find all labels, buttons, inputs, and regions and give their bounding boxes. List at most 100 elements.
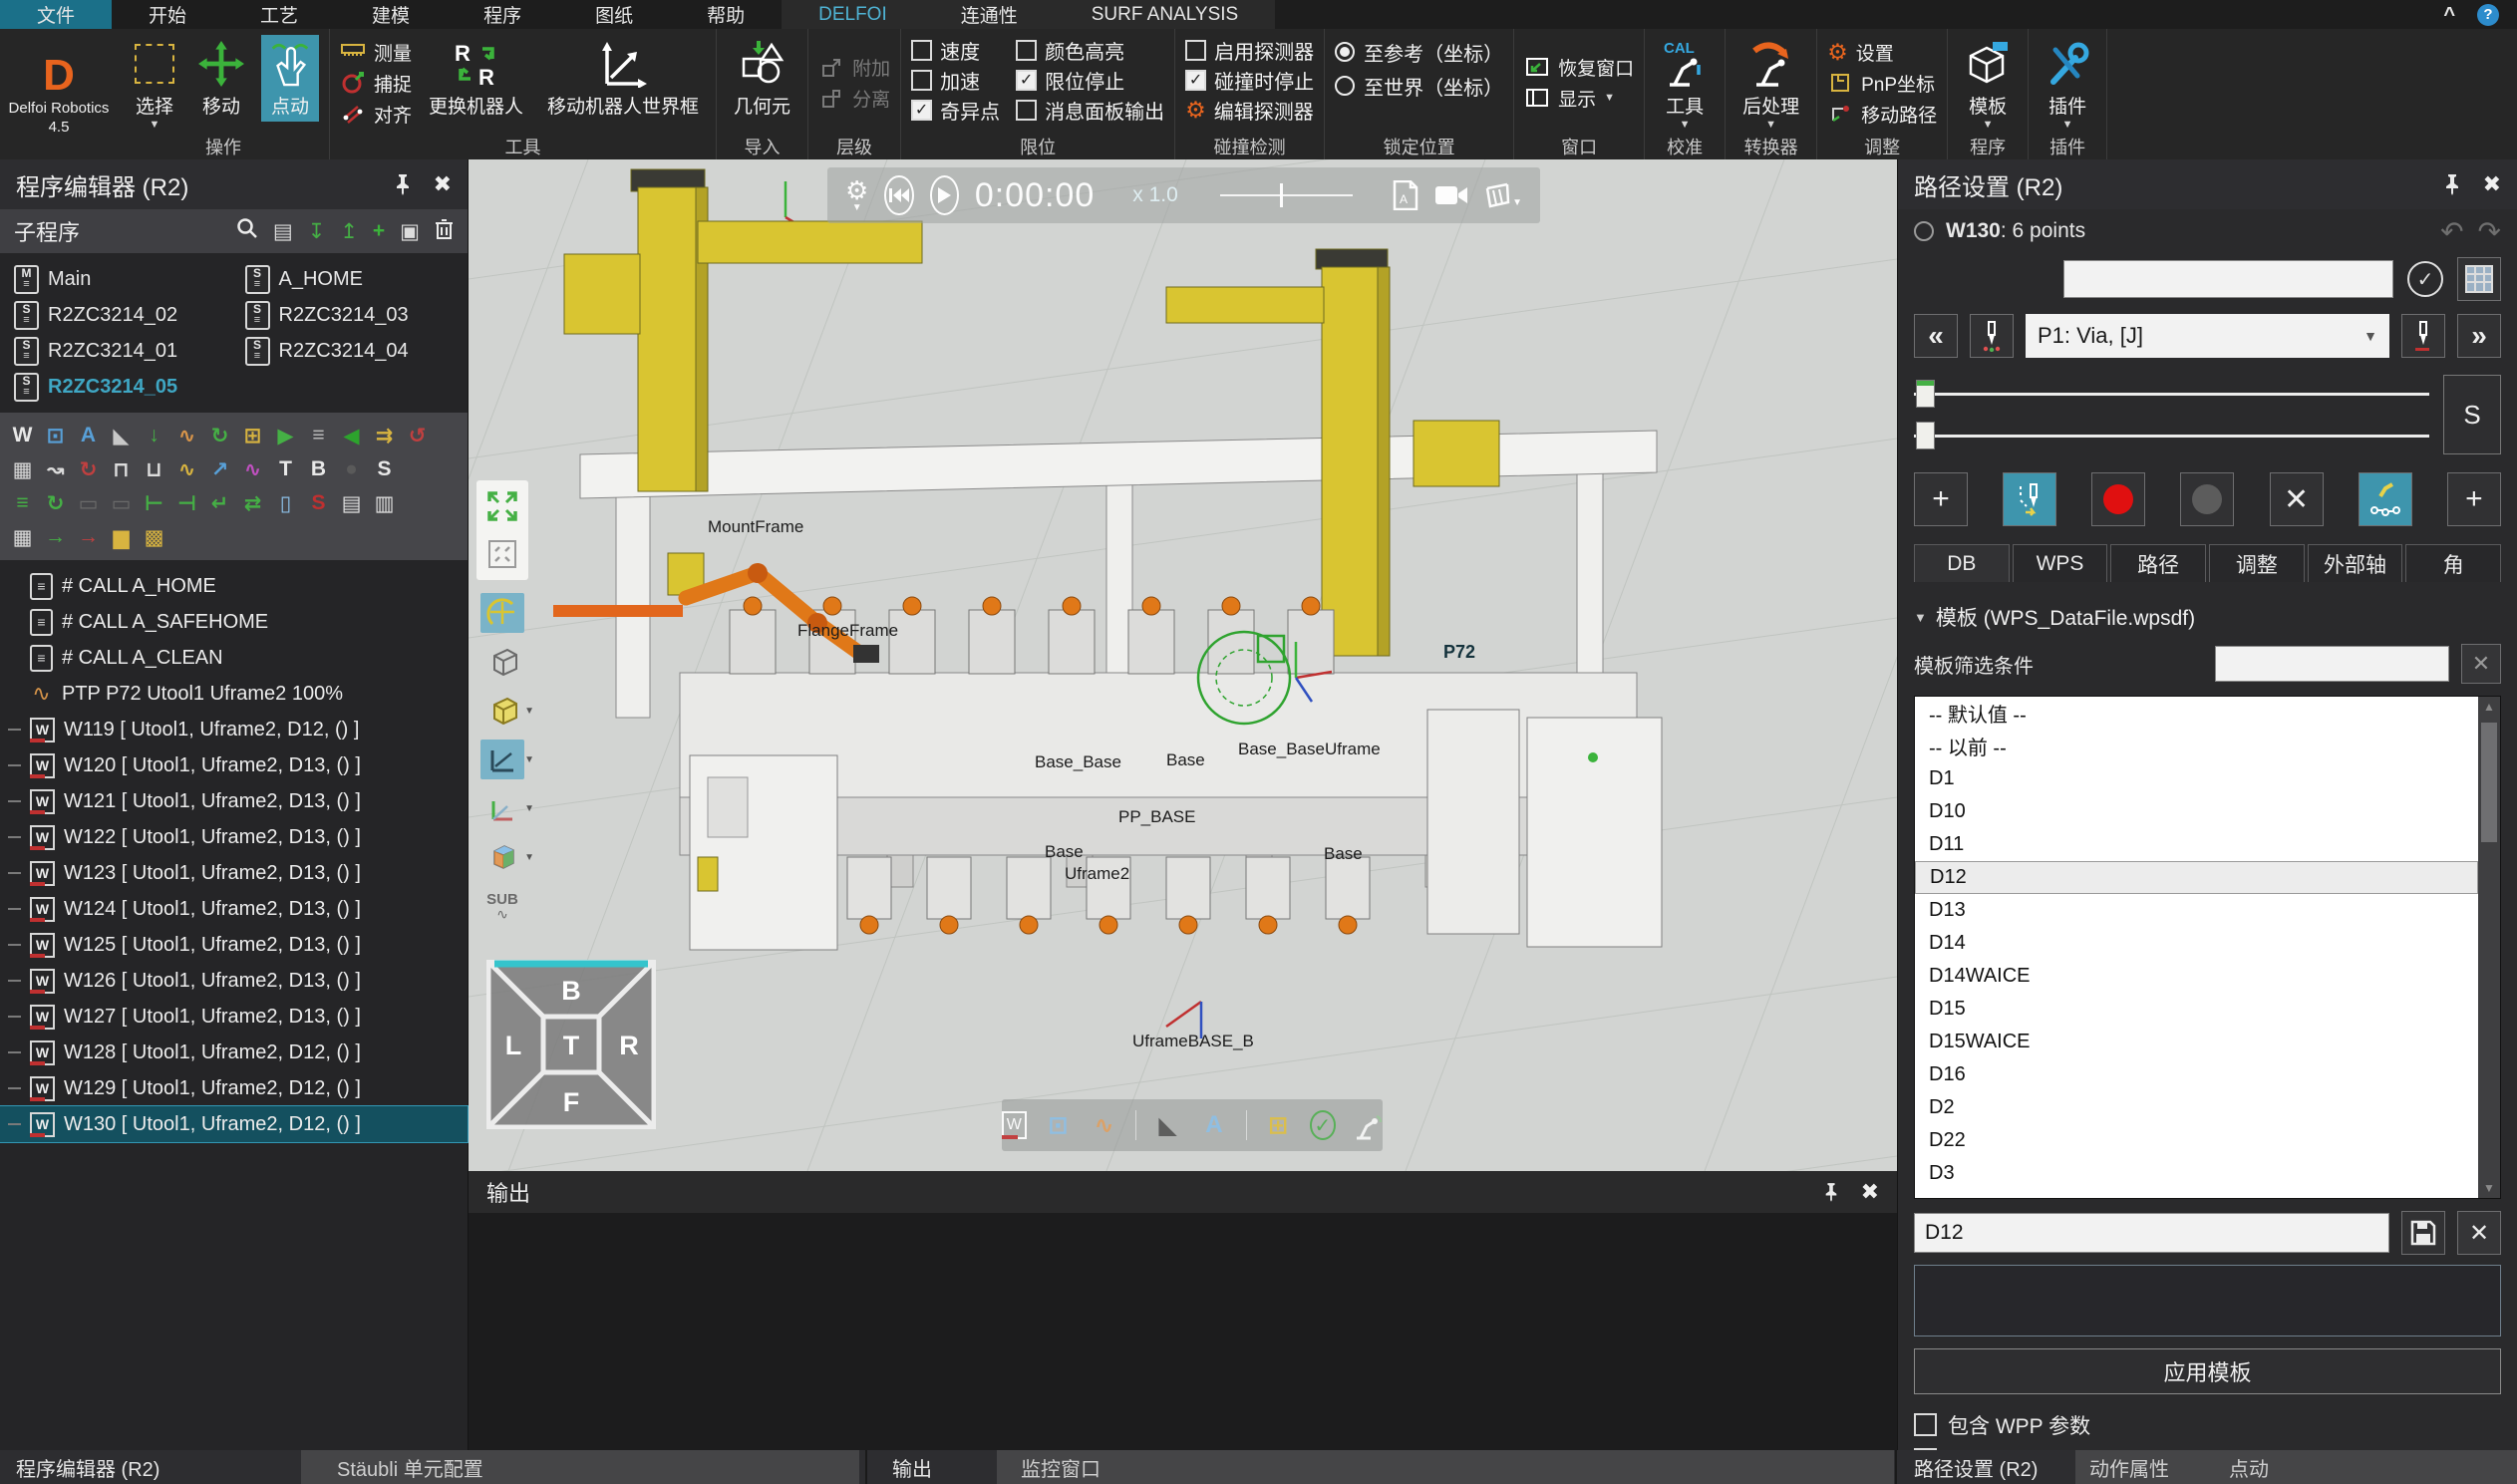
rewind-button[interactable]: [884, 175, 913, 215]
record-disabled-button[interactable]: [2180, 472, 2234, 526]
toolbar-icon[interactable]: ⊔: [138, 453, 170, 485]
toolbar-icon[interactable]: ⇄: [236, 487, 269, 519]
template-item[interactable]: -- 默认值 --: [1915, 697, 2478, 730]
validate-icon[interactable]: ✓: [1310, 1110, 1336, 1140]
statement-row[interactable]: # CALL A_CLEAN: [0, 640, 468, 676]
limit-checkbox[interactable]: 消息面板输出: [1016, 95, 1164, 125]
toolbar-icon[interactable]: ▤: [335, 487, 368, 519]
toolbar-icon[interactable]: ↺: [401, 420, 434, 451]
menu-item[interactable]: 帮助: [670, 0, 782, 29]
next-point-button[interactable]: »: [2457, 314, 2501, 358]
statement-row[interactable]: W119 [ Utool1, Uframe2, D12, () ]: [0, 712, 468, 747]
frame-display-icon[interactable]: ▼: [480, 740, 524, 779]
export-program-icon[interactable]: ↥: [340, 219, 358, 244]
toolbar-icon[interactable]: ▆: [105, 521, 138, 553]
add-point-after-button[interactable]: +: [2447, 472, 2501, 526]
toolbar-icon[interactable]: ↗: [203, 453, 236, 485]
table-view-button[interactable]: [2457, 257, 2501, 301]
search-icon[interactable]: [236, 217, 258, 245]
template-item[interactable]: D45DU: [1915, 1190, 2478, 1199]
statement-row[interactable]: W122 [ Utool1, Uframe2, D13, () ]: [0, 819, 468, 855]
toolbar-icon[interactable]: ▥: [368, 487, 401, 519]
statement-row[interactable]: W126 [ Utool1, Uframe2, D13, () ]: [0, 963, 468, 999]
toolbar-icon[interactable]: ▶: [269, 420, 302, 451]
plugin-button[interactable]: 插件▼: [2039, 35, 2096, 133]
toolbar-icon[interactable]: ▦: [6, 521, 39, 553]
position-slider[interactable]: [1914, 373, 2429, 415]
template-item[interactable]: D16: [1915, 1058, 2478, 1091]
toolbar-icon[interactable]: T: [269, 453, 302, 485]
toolbar-icon[interactable]: ∿: [170, 420, 203, 451]
tab-motion-properties[interactable]: 动作属性: [2089, 1453, 2169, 1482]
solid-cube-icon[interactable]: ▼: [480, 691, 524, 731]
pin-icon[interactable]: [394, 173, 412, 195]
section-collapse-icon[interactable]: ▼: [1914, 610, 1927, 625]
statement-row[interactable]: W130 [ Utool1, Uframe2, D12, () ]: [0, 1106, 468, 1142]
collapse-ribbon-icon[interactable]: ^: [2443, 10, 2455, 20]
multiview-cube-icon[interactable]: ▼: [480, 837, 524, 877]
toolbar-icon[interactable]: A: [72, 420, 105, 451]
curve-display-icon[interactable]: ◣: [1153, 1108, 1182, 1142]
subroutine-item[interactable]: M≡ Main: [6, 261, 237, 297]
trash-icon[interactable]: [435, 217, 454, 245]
statement-row[interactable]: W121 [ Utool1, Uframe2, D13, () ]: [0, 783, 468, 819]
statement-row[interactable]: W129 [ Utool1, Uframe2, D12, () ]: [0, 1070, 468, 1106]
subroutine-item[interactable]: S≡ R2ZC3214_03: [237, 297, 469, 333]
tab-output[interactable]: 输出: [892, 1450, 932, 1484]
scroll-up-icon[interactable]: ▲: [2483, 700, 2495, 714]
move-button[interactable]: 移动: [191, 35, 251, 122]
toolbar-icon[interactable]: S: [368, 453, 401, 485]
template-item[interactable]: D14WAICE: [1915, 960, 2478, 993]
scroll-down-icon[interactable]: ▼: [2483, 1181, 2495, 1195]
frame-select-icon[interactable]: ⊞: [1263, 1108, 1292, 1142]
point-comment-input[interactable]: [2063, 260, 2393, 298]
toolbar-icon[interactable]: ≡: [6, 487, 39, 519]
toolbar-icon[interactable]: S: [302, 487, 335, 519]
expand-viewport-icon[interactable]: [480, 486, 524, 526]
calibration-tool-button[interactable]: CAL 工具▼: [1655, 35, 1715, 133]
template-name-input[interactable]: [1914, 1213, 2389, 1253]
snap-button[interactable]: 捕捉: [340, 70, 412, 97]
clear-filter-button[interactable]: ✕: [2461, 644, 2501, 684]
settings-tab[interactable]: 角: [2405, 544, 2501, 582]
add-subprogram-icon[interactable]: +: [373, 219, 385, 243]
path-points-icon[interactable]: ∿: [1090, 1108, 1118, 1142]
save-template-button[interactable]: [2401, 1211, 2445, 1255]
pin-icon[interactable]: [1823, 1182, 1839, 1202]
toolbar-icon[interactable]: W: [6, 420, 39, 451]
template-item[interactable]: D10: [1915, 795, 2478, 828]
template-filter-input[interactable]: [2215, 646, 2449, 682]
menu-item[interactable]: 文件: [0, 0, 112, 29]
fit-view-icon[interactable]: [480, 534, 524, 574]
settings-button[interactable]: ⚙ 设置: [1827, 39, 1937, 66]
s-button[interactable]: S: [2443, 375, 2501, 454]
template-item[interactable]: -- 以前 --: [1915, 730, 2478, 762]
sub-path-icon[interactable]: SUB∿: [480, 886, 524, 926]
copy-display-icon[interactable]: ⊡: [1044, 1108, 1073, 1142]
viewport-3d[interactable]: MountFrame FlangeFrame P72 Base_Base Bas…: [469, 159, 1897, 1171]
tab-program-editor[interactable]: 程序编辑器 (R2): [16, 1450, 159, 1484]
settings-tab[interactable]: 外部轴: [2308, 544, 2403, 582]
template-item[interactable]: D3: [1915, 1157, 2478, 1190]
tab-path-settings[interactable]: 路径设置 (R2): [1914, 1450, 2038, 1484]
toolbar-icon[interactable]: ↻: [72, 453, 105, 485]
close-icon[interactable]: ✖: [1861, 1179, 1879, 1205]
edit-detector-button[interactable]: ⚙ 编辑探测器: [1185, 95, 1314, 125]
confirm-check-button[interactable]: ✓: [2407, 261, 2443, 297]
template-item[interactable]: D1: [1915, 762, 2478, 795]
section-tool-icon[interactable]: [480, 593, 524, 633]
help-icon[interactable]: ?: [2477, 4, 2499, 26]
limit-checkbox[interactable]: 奇异点: [911, 95, 1000, 125]
tab-monitor-window[interactable]: 监控窗口: [997, 1450, 1894, 1484]
toolbar-icon[interactable]: ⊓: [105, 453, 138, 485]
teach-point-button[interactable]: [2003, 472, 2056, 526]
menu-item[interactable]: SURF ANALYSIS: [1055, 0, 1275, 29]
toolbar-icon[interactable]: →: [39, 521, 72, 553]
toolbar-icon[interactable]: ⊢: [138, 487, 170, 519]
statement-row[interactable]: # CALL A_HOME: [0, 568, 468, 604]
delete-point-button[interactable]: ✕: [2270, 472, 2324, 526]
tab-jog[interactable]: 点动: [2229, 1453, 2269, 1482]
subroutine-item[interactable]: S≡ R2ZC3214_04: [237, 333, 469, 369]
template-item[interactable]: D14: [1915, 927, 2478, 960]
settings-tab[interactable]: DB: [1914, 544, 2010, 582]
